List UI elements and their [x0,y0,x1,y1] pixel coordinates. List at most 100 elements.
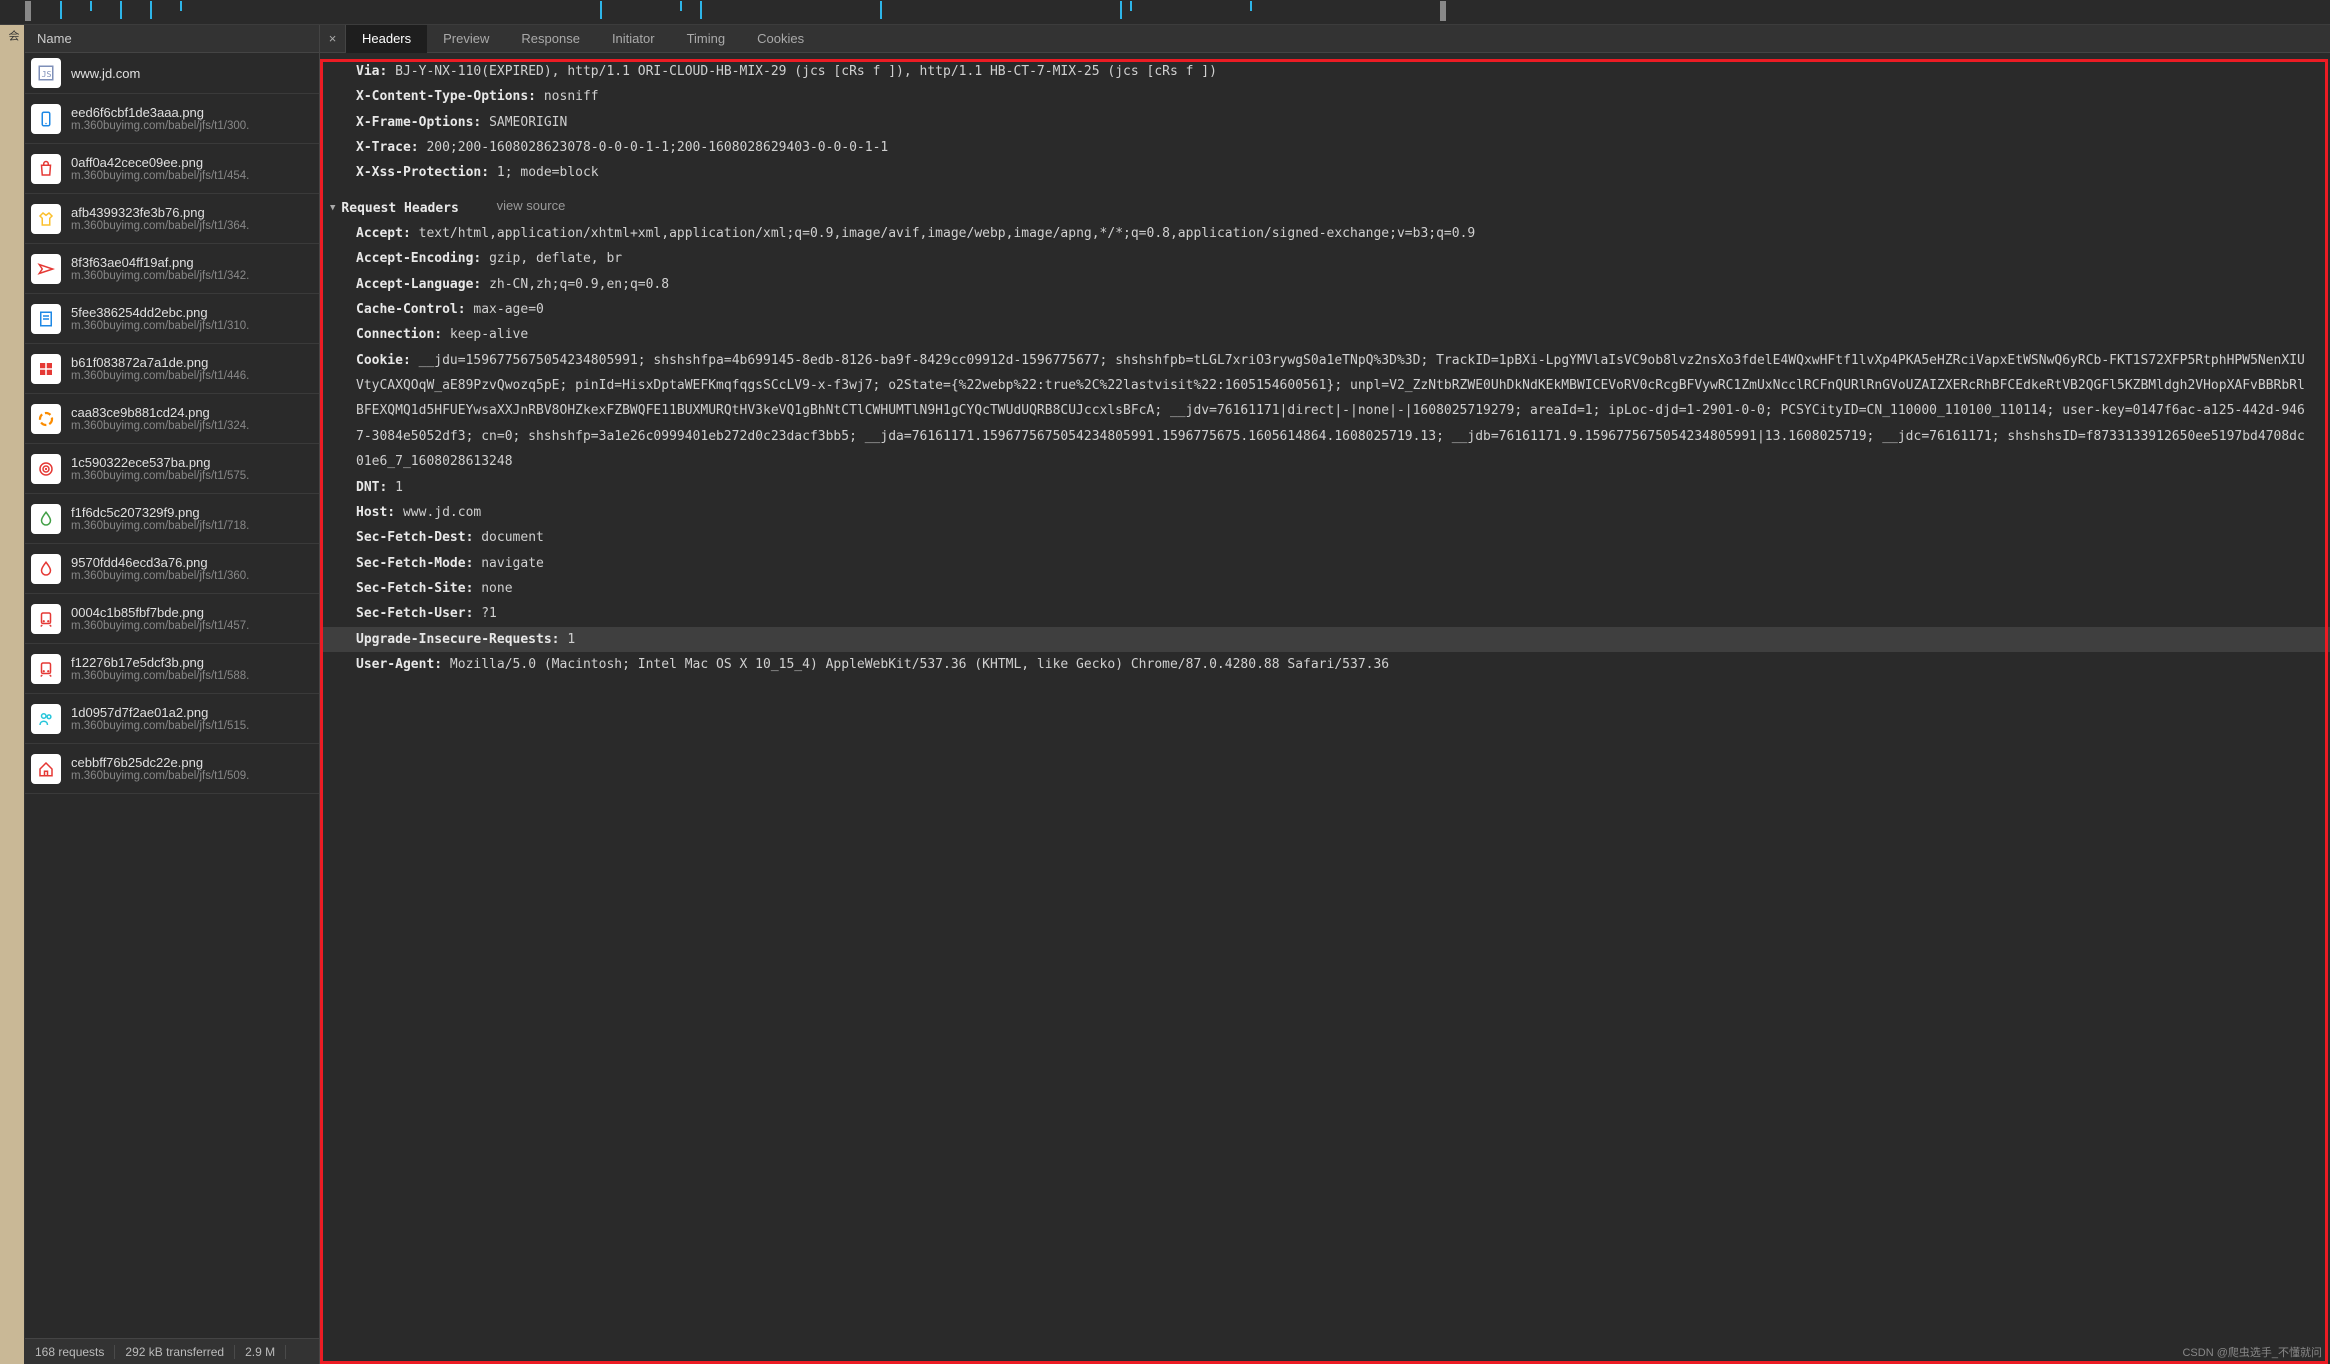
doc-icon [31,304,61,334]
close-details-button[interactable]: × [320,25,346,52]
request-row[interactable]: 0004c1b85fbf7bde.png m.360buyimg.com/bab… [25,594,319,644]
status-bar: 168 requests 292 kB transferred 2.9 M [25,1338,319,1364]
request-name: 8f3f63ae04ff19af.png [71,255,314,270]
people-icon [31,704,61,734]
shirt-icon [31,204,61,234]
request-header-row: Accept-Language: zh-CN,zh;q=0.9,en;q=0.8 [340,272,2310,297]
request-subtext: m.360buyimg.com/babel/jfs/t1/446. [71,370,314,382]
response-header-row: X-Trace: 200;200-1608028623078-0-0-0-1-1… [340,135,2310,160]
request-subtext: m.360buyimg.com/babel/jfs/t1/575. [71,470,314,482]
request-name: 0004c1b85fbf7bde.png [71,605,314,620]
request-header-row: Accept-Encoding: gzip, deflate, br [340,246,2310,271]
request-row[interactable]: 1c590322ece537ba.png m.360buyimg.com/bab… [25,444,319,494]
target-icon [31,454,61,484]
watermark-text: CSDN @爬虫选手_不懂就问 [2182,1344,2322,1360]
request-subtext: m.360buyimg.com/babel/jfs/t1/324. [71,420,314,432]
request-row[interactable]: 5fee386254dd2ebc.png m.360buyimg.com/bab… [25,294,319,344]
request-row[interactable]: afb4399323fe3b76.png m.360buyimg.com/bab… [25,194,319,244]
request-subtext: m.360buyimg.com/babel/jfs/t1/509. [71,770,314,782]
status-requests: 168 requests [25,1345,115,1359]
tab-cookies[interactable]: Cookies [741,25,820,52]
train-icon [31,604,61,634]
request-headers-section-toggle[interactable]: Request Headers [330,196,459,221]
request-header-row: Cache-Control: max-age=0 [340,297,2310,322]
request-name: www.jd.com [71,66,314,81]
network-timeline[interactable] [0,0,2330,25]
request-subtext: m.360buyimg.com/babel/jfs/t1/588. [71,670,314,682]
request-row[interactable]: f1f6dc5c207329f9.png m.360buyimg.com/bab… [25,494,319,544]
drop-icon [31,504,61,534]
request-name: 9570fdd46ecd3a76.png [71,555,314,570]
background-page-sliver: 会 [0,25,25,1364]
request-header-row: Sec-Fetch-User: ?1 [340,601,2310,626]
request-header-row: User-Agent: Mozilla/5.0 (Macintosh; Inte… [340,652,2310,677]
request-row[interactable]: 9570fdd46ecd3a76.png m.360buyimg.com/bab… [25,544,319,594]
request-header-row: Host: www.jd.com [340,500,2310,525]
sidebar-column-header[interactable]: Name [25,25,319,53]
status-size: 2.9 M [235,1345,286,1359]
tab-headers[interactable]: Headers [346,25,427,53]
request-list[interactable]: JS www.jd.com eed6f6cbf1de3aaa.png m.360… [25,53,319,1338]
request-header-row: Sec-Fetch-Site: none [340,576,2310,601]
status-transferred: 292 kB transferred [115,1345,235,1359]
svg-text:JS: JS [42,69,52,79]
request-row[interactable]: 1d0957d7f2ae01a2.png m.360buyimg.com/bab… [25,694,319,744]
script-icon: JS [31,58,61,88]
tab-preview[interactable]: Preview [427,25,505,52]
response-header-row: X-Frame-Options: SAMEORIGIN [340,110,2310,135]
request-header-row: Accept: text/html,application/xhtml+xml,… [340,221,2310,246]
request-header-row: Cookie: __jdu=1596775675054234805991; sh… [340,348,2310,475]
request-row[interactable]: JS www.jd.com [25,53,319,94]
request-name: b61f083872a7a1de.png [71,355,314,370]
response-header-row: X-Xss-Protection: 1; mode=block [340,160,2310,185]
tab-timing[interactable]: Timing [671,25,742,52]
circle-icon [31,404,61,434]
response-header-row: X-Content-Type-Options: nosniff [340,84,2310,109]
grid-icon [31,354,61,384]
request-header-row: Sec-Fetch-Dest: document [340,525,2310,550]
request-name: 1d0957d7f2ae01a2.png [71,705,314,720]
request-subtext: m.360buyimg.com/babel/jfs/t1/360. [71,570,314,582]
bag-icon [31,154,61,184]
request-row[interactable]: caa83ce9b881cd24.png m.360buyimg.com/bab… [25,394,319,444]
request-name: 1c590322ece537ba.png [71,455,314,470]
request-name: caa83ce9b881cd24.png [71,405,314,420]
request-name: 5fee386254dd2ebc.png [71,305,314,320]
headers-view[interactable]: Via: BJ-Y-NX-110(EXPIRED), http/1.1 ORI-… [320,53,2330,1364]
details-panel: × HeadersPreviewResponseInitiatorTimingC… [320,25,2330,1364]
request-name: f12276b17e5dcf3b.png [71,655,314,670]
request-subtext: m.360buyimg.com/babel/jfs/t1/718. [71,520,314,532]
request-row[interactable]: 8f3f63ae04ff19af.png m.360buyimg.com/bab… [25,244,319,294]
request-header-row: Connection: keep-alive [340,322,2310,347]
plane-icon [31,254,61,284]
request-subtext: m.360buyimg.com/babel/jfs/t1/342. [71,270,314,282]
house-icon [31,754,61,784]
request-header-row: Upgrade-Insecure-Requests: 1 [320,627,2330,652]
train-icon [31,654,61,684]
request-header-row: DNT: 1 [340,475,2310,500]
request-row[interactable]: 0aff0a42cece09ee.png m.360buyimg.com/bab… [25,144,319,194]
request-subtext: m.360buyimg.com/babel/jfs/t1/454. [71,170,314,182]
view-source-button[interactable]: view source [497,198,566,213]
tab-initiator[interactable]: Initiator [596,25,671,52]
request-subtext: m.360buyimg.com/babel/jfs/t1/457. [71,620,314,632]
request-subtext: m.360buyimg.com/babel/jfs/t1/300. [71,120,314,132]
request-subtext: m.360buyimg.com/babel/jfs/t1/515. [71,720,314,732]
request-header-row: Sec-Fetch-Mode: navigate [340,551,2310,576]
request-name: 0aff0a42cece09ee.png [71,155,314,170]
network-request-sidebar: Name JS www.jd.com eed6f6cbf1de3aaa.png … [25,25,320,1364]
request-name: cebbff76b25dc22e.png [71,755,314,770]
tab-response[interactable]: Response [505,25,596,52]
drop-icon [31,554,61,584]
details-tabs: × HeadersPreviewResponseInitiatorTimingC… [320,25,2330,53]
request-row[interactable]: b61f083872a7a1de.png m.360buyimg.com/bab… [25,344,319,394]
request-name: afb4399323fe3b76.png [71,205,314,220]
request-subtext: m.360buyimg.com/babel/jfs/t1/364. [71,220,314,232]
request-name: f1f6dc5c207329f9.png [71,505,314,520]
request-name: eed6f6cbf1de3aaa.png [71,105,314,120]
request-row[interactable]: f12276b17e5dcf3b.png m.360buyimg.com/bab… [25,644,319,694]
phone-icon [31,104,61,134]
request-row[interactable]: cebbff76b25dc22e.png m.360buyimg.com/bab… [25,744,319,794]
request-subtext: m.360buyimg.com/babel/jfs/t1/310. [71,320,314,332]
request-row[interactable]: eed6f6cbf1de3aaa.png m.360buyimg.com/bab… [25,94,319,144]
